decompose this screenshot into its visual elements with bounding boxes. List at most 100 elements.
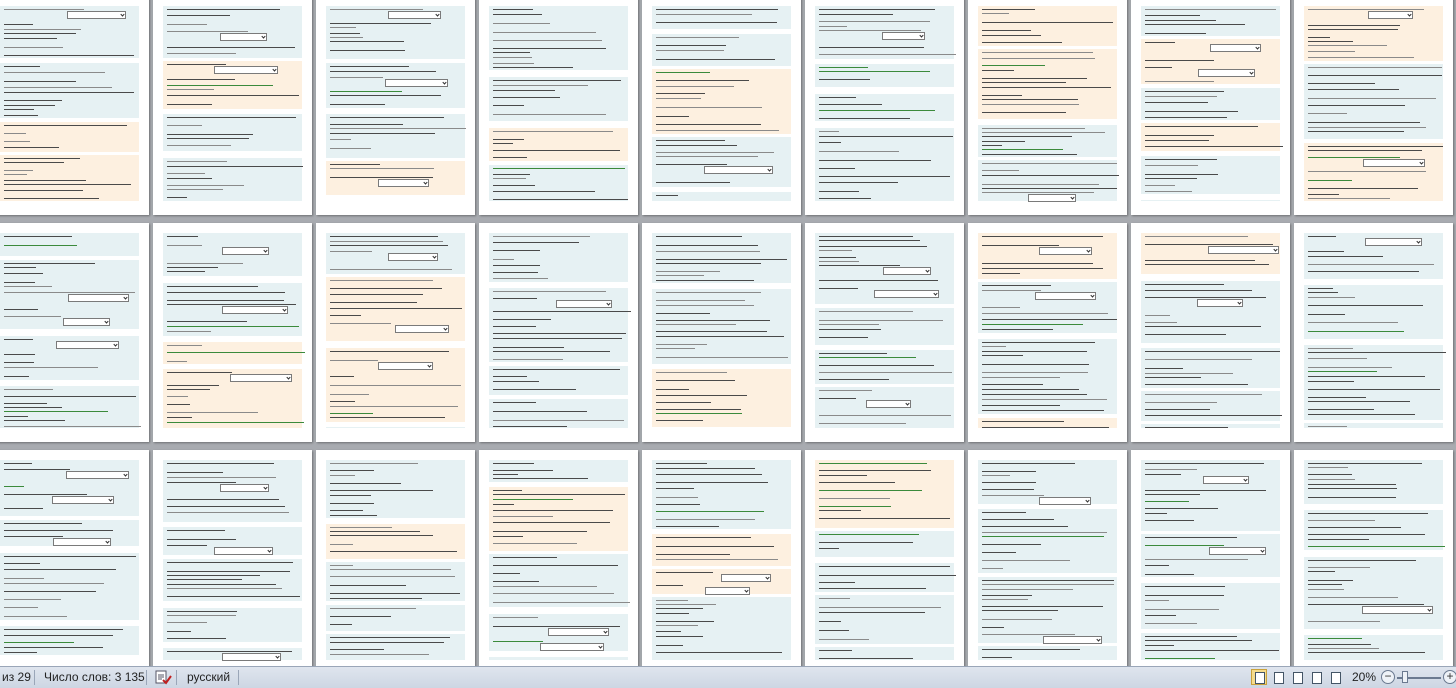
text-line [330, 308, 462, 309]
document-page-thumbnail[interactable] [805, 450, 964, 666]
full-screen-reading-view-button[interactable] [1270, 669, 1286, 685]
zoom-slider-thumb[interactable] [1402, 671, 1408, 683]
question-block [163, 158, 302, 201]
text-line [1145, 178, 1197, 179]
document-page-thumbnail[interactable] [642, 450, 801, 666]
text-line [4, 647, 103, 648]
word-count[interactable]: Число слов: 3 135 [44, 667, 145, 688]
text-line [493, 199, 628, 200]
text-line [656, 251, 760, 252]
text-line [493, 157, 527, 158]
zoom-in-button[interactable]: + [1443, 670, 1456, 684]
document-page-thumbnail[interactable] [1131, 0, 1290, 215]
text-line [819, 398, 856, 399]
document-page-thumbnail[interactable] [153, 0, 312, 215]
dropdown-field [540, 643, 604, 651]
text-line [4, 158, 80, 159]
text-line [656, 380, 735, 381]
document-page-thumbnail[interactable] [479, 0, 638, 215]
document-page-thumbnail[interactable] [153, 450, 312, 666]
text-line [656, 413, 742, 414]
text-line [982, 104, 1079, 105]
text-line [819, 607, 941, 608]
text-line [1308, 397, 1366, 398]
text-line [982, 489, 1034, 490]
web-layout-view-button[interactable] [1289, 669, 1305, 685]
statusbar-divider [238, 670, 239, 685]
text-line [493, 411, 587, 412]
zoom-level[interactable]: 20% [1352, 667, 1376, 688]
text-line [1145, 315, 1170, 316]
document-page-thumbnail[interactable] [968, 223, 1127, 442]
feedback-block [489, 487, 628, 551]
document-page-thumbnail[interactable] [642, 223, 801, 442]
document-page-thumbnail[interactable] [1294, 0, 1453, 215]
dropdown-field [882, 32, 925, 40]
text-line [819, 168, 855, 169]
text-line [330, 9, 423, 10]
dropdown-field [66, 471, 129, 479]
text-line [1145, 645, 1174, 646]
document-page-thumbnail[interactable] [479, 223, 638, 442]
text-line [656, 275, 704, 276]
text-line [1145, 559, 1248, 560]
text-line [167, 389, 210, 390]
outline-view-button[interactable] [1308, 669, 1324, 685]
text-line [167, 506, 285, 507]
text-line [819, 463, 927, 464]
document-page-thumbnail[interactable] [316, 223, 475, 442]
text-line [656, 124, 761, 125]
text-line [982, 245, 1059, 246]
text-line [1145, 42, 1175, 43]
page-number-indicator[interactable]: из 29 [2, 667, 31, 688]
text-line [330, 510, 363, 511]
dropdown-field [56, 341, 119, 349]
document-page-thumbnail[interactable] [968, 0, 1127, 215]
text-line [1308, 648, 1379, 649]
document-page-thumbnail[interactable] [479, 450, 638, 666]
text-line [1145, 111, 1238, 112]
text-line [167, 412, 258, 413]
text-line [493, 531, 587, 532]
text-line [493, 143, 513, 144]
text-line [4, 273, 43, 274]
text-line [167, 512, 289, 513]
text-line [656, 245, 758, 246]
text-line [656, 357, 788, 358]
text-line [330, 269, 452, 270]
text-line [330, 585, 406, 586]
document-page-thumbnail[interactable] [805, 0, 964, 215]
zoom-out-button[interactable]: − [1381, 670, 1395, 684]
text-line [819, 191, 859, 192]
document-page-thumbnail[interactable] [805, 223, 964, 442]
question-block [0, 626, 139, 655]
document-page-thumbnail[interactable] [0, 0, 149, 215]
text-line [819, 365, 934, 366]
language-indicator[interactable]: русский [187, 667, 230, 688]
document-page-thumbnail[interactable] [1294, 223, 1453, 442]
print-layout-view-button[interactable] [1251, 669, 1267, 685]
document-page-thumbnail[interactable] [316, 450, 475, 666]
text-line [4, 367, 98, 368]
document-page-thumbnail[interactable] [1294, 450, 1453, 666]
document-page-thumbnail[interactable] [153, 223, 312, 442]
text-line [1145, 264, 1269, 265]
document-page-thumbnail[interactable] [0, 450, 149, 666]
text-line [330, 168, 434, 169]
document-page-thumbnail[interactable] [642, 0, 801, 215]
draft-view-button[interactable] [1327, 669, 1343, 685]
document-canvas[interactable] [0, 0, 1456, 666]
text-line [1308, 322, 1398, 323]
text-line [1145, 135, 1214, 136]
document-page-thumbnail[interactable] [968, 450, 1127, 666]
document-page-thumbnail[interactable] [1131, 450, 1290, 666]
question-block [652, 597, 791, 660]
document-page-thumbnail[interactable] [0, 223, 149, 442]
document-page-thumbnail[interactable] [316, 0, 475, 215]
text-line [4, 100, 62, 101]
spell-check-icon[interactable] [154, 667, 172, 688]
document-page-thumbnail[interactable] [1131, 223, 1290, 442]
text-line [4, 267, 36, 268]
text-line [4, 47, 63, 48]
text-line [4, 147, 59, 148]
